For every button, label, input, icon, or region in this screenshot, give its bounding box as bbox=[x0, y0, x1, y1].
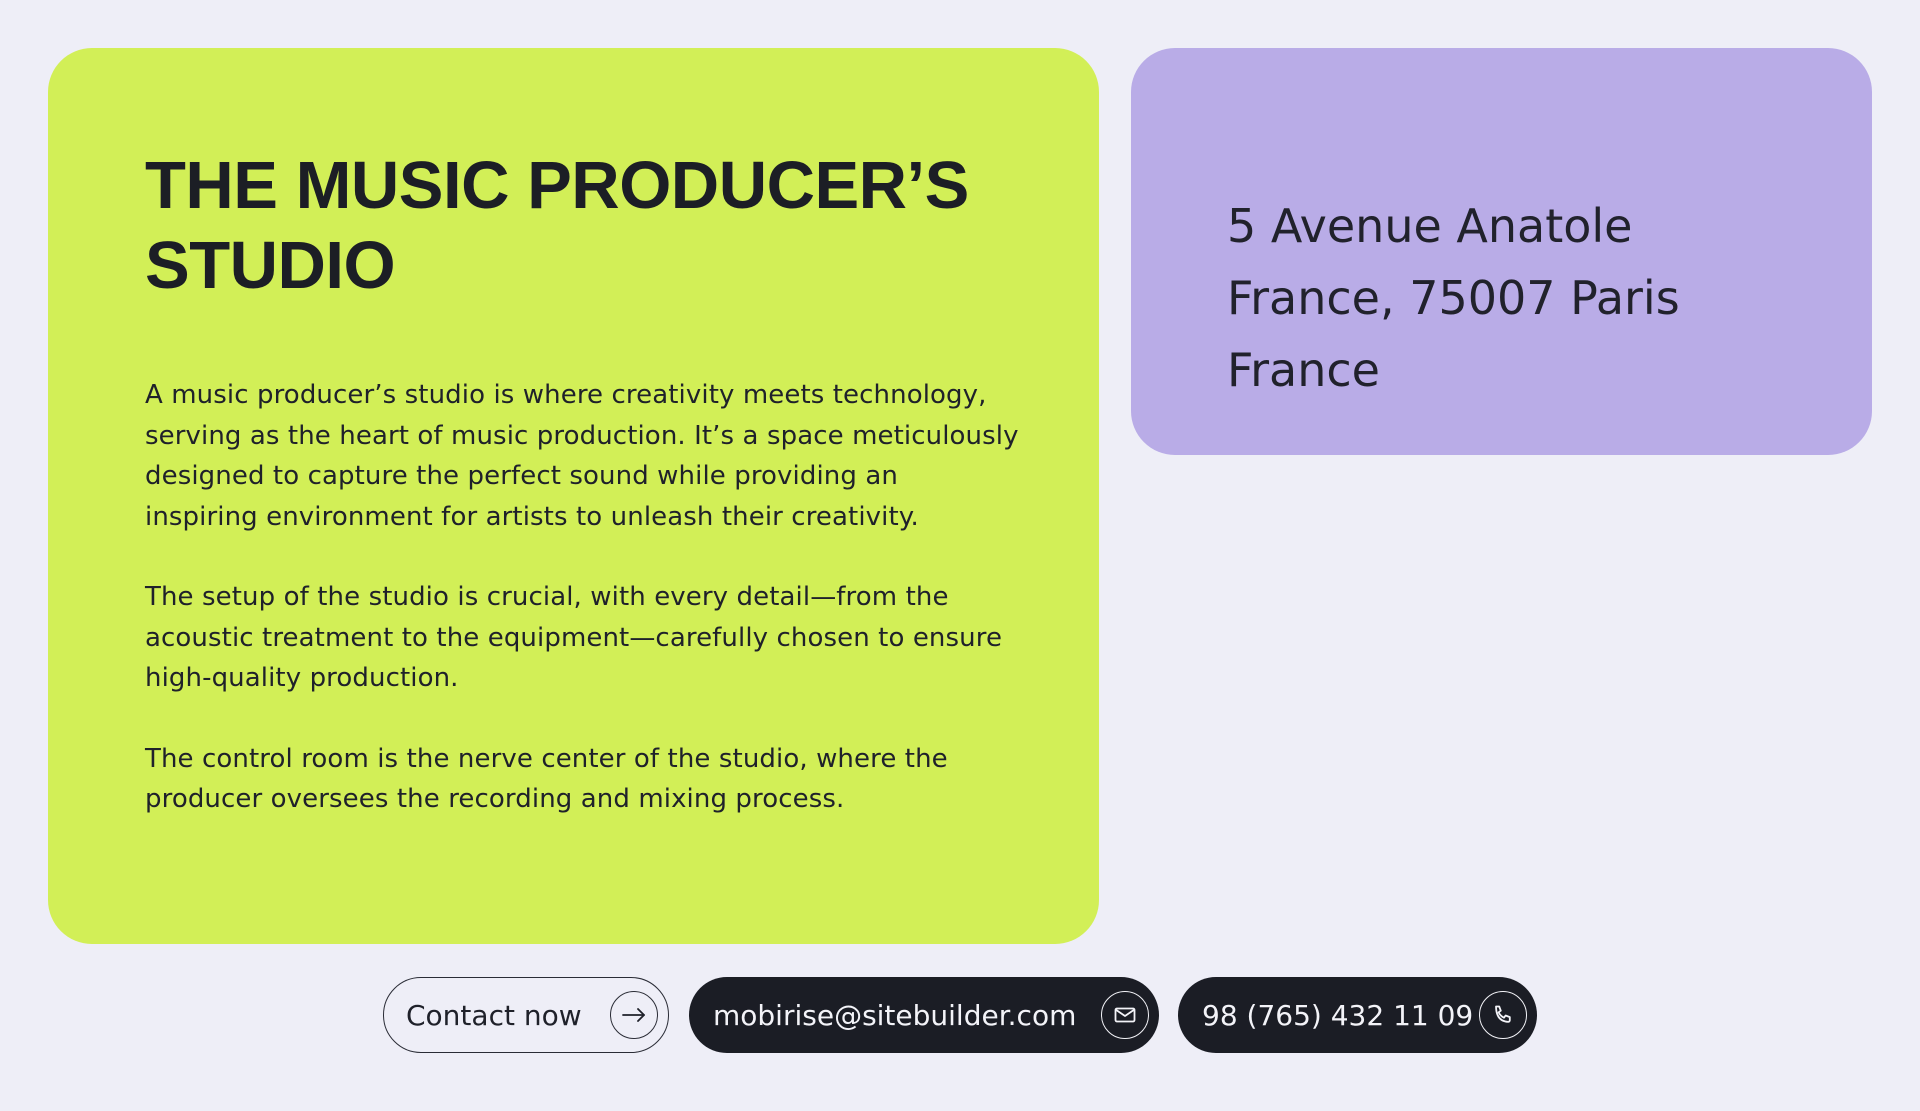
address-text: 5 Avenue Anatole France, 75007 Paris Fra… bbox=[1227, 199, 1680, 397]
studio-paragraph-3: The control room is the nerve center of … bbox=[145, 743, 948, 815]
phone-button[interactable]: 98 (765) 432 11 09 bbox=[1178, 977, 1537, 1053]
address-card: 5 Avenue Anatole France, 75007 Paris Fra… bbox=[1131, 48, 1872, 455]
phone-label: 98 (765) 432 11 09 bbox=[1202, 998, 1474, 1032]
envelope-icon bbox=[1101, 991, 1149, 1039]
contact-actions: Contact now mobirise@sitebuilder.com 98 … bbox=[0, 977, 1920, 1053]
email-button[interactable]: mobirise@sitebuilder.com bbox=[689, 977, 1159, 1053]
studio-paragraph-2: The setup of the studio is crucial, with… bbox=[145, 582, 1003, 693]
contact-now-label: Contact now bbox=[406, 998, 582, 1032]
arrow-right-icon bbox=[610, 991, 658, 1039]
phone-icon bbox=[1479, 991, 1527, 1039]
studio-card: THE MUSIC PRODUCER’S STUDIO A music prod… bbox=[48, 48, 1099, 944]
email-label: mobirise@sitebuilder.com bbox=[713, 998, 1077, 1032]
contact-now-button[interactable]: Contact now bbox=[383, 977, 669, 1053]
studio-paragraph-1: A music producer’s studio is where creat… bbox=[145, 380, 1019, 532]
studio-title: THE MUSIC PRODUCER’S STUDIO bbox=[145, 148, 969, 303]
